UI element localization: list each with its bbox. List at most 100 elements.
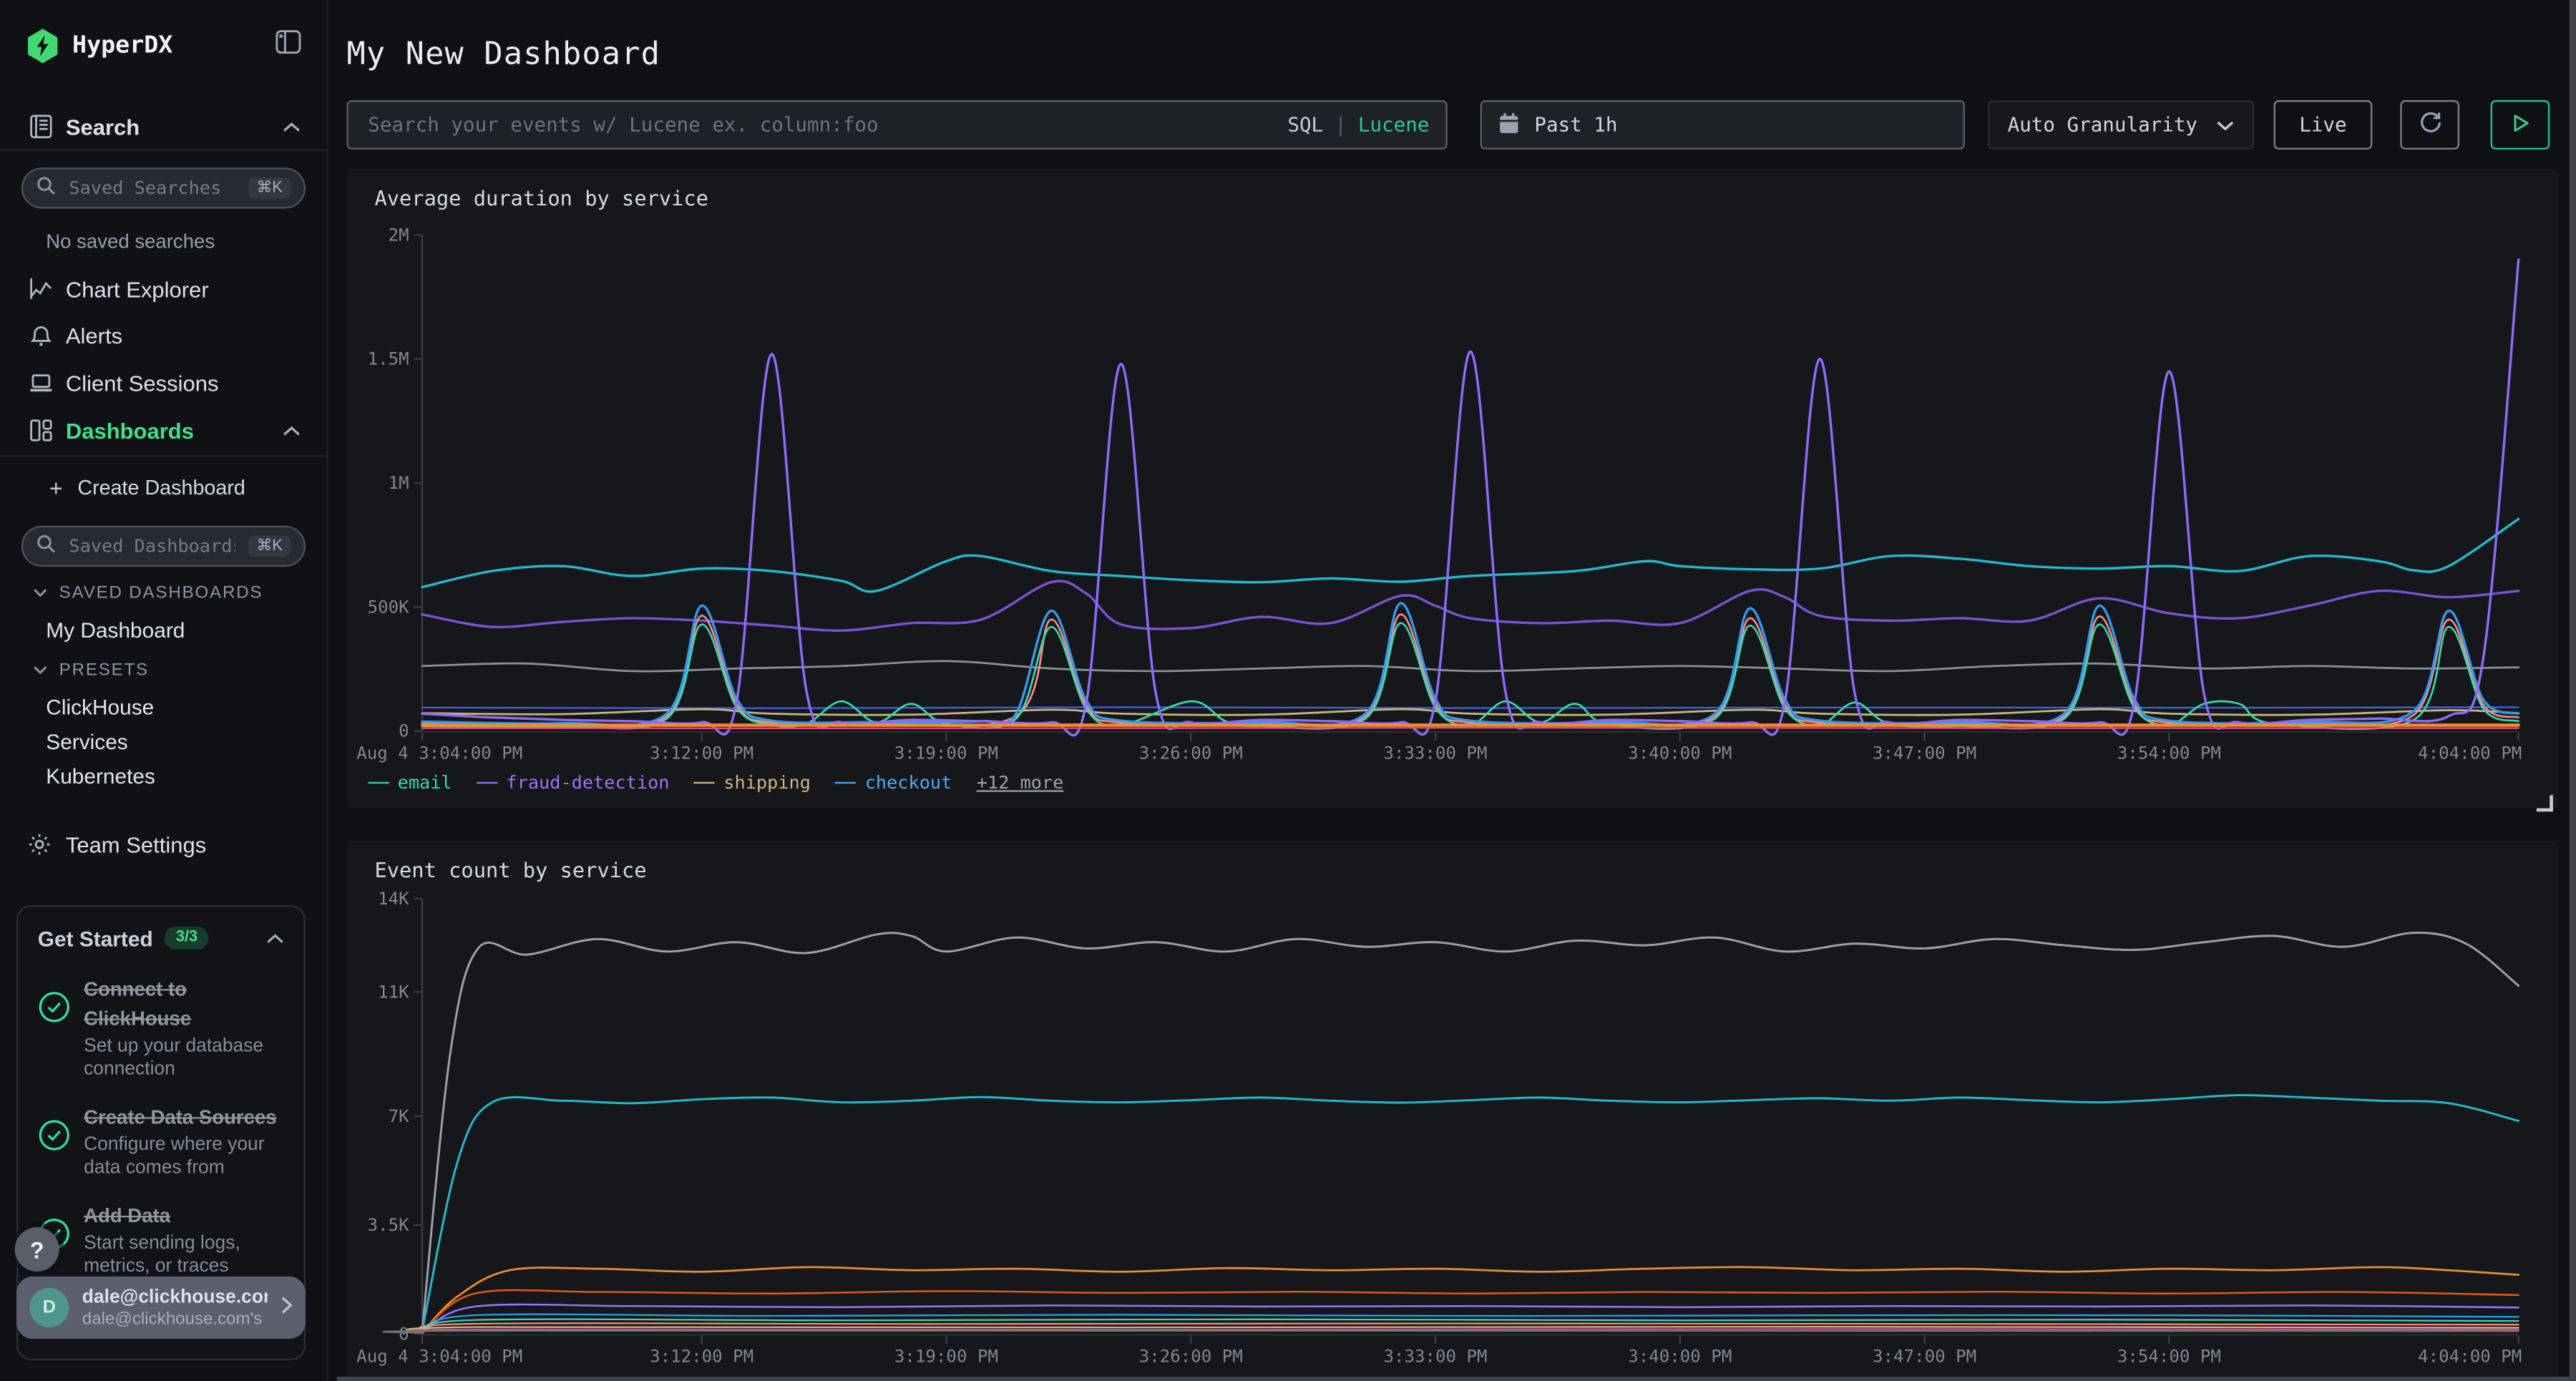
sidebar-item-client-sessions[interactable]: Client Sessions — [0, 360, 328, 406]
y-tick-label: 2M — [389, 225, 409, 245]
x-tick-label: 3:33:00 PM — [1383, 743, 1487, 763]
y-tick-label: 7K — [389, 1106, 410, 1126]
legend-item-shipping[interactable]: shipping — [694, 772, 811, 794]
sidebar-item-dashboards[interactable]: Dashboards — [0, 407, 328, 453]
check-circle-icon — [38, 990, 71, 1023]
legend-more-link[interactable]: +12 more — [977, 772, 1064, 794]
legend-label: checkout — [865, 772, 952, 794]
collapse-sidebar-icon[interactable] — [274, 28, 302, 64]
y-tick-label: 0 — [399, 721, 409, 741]
live-button[interactable]: Live — [2274, 100, 2373, 150]
dashboards-grid-icon — [28, 417, 54, 444]
series-fraud-detection — [422, 260, 2519, 736]
sql-mode-toggle[interactable]: SQL — [1287, 113, 1323, 136]
sidebar-item-clickhouse[interactable]: ClickHouse — [0, 693, 374, 720]
x-tick-label: 3:40:00 PM — [1628, 743, 1732, 763]
x-tick-label: 3:26:00 PM — [1139, 743, 1243, 763]
legend-swatch — [368, 781, 389, 784]
y-tick-label: 500K — [368, 597, 410, 617]
event-search-input[interactable] — [365, 112, 1274, 138]
divider — [0, 150, 327, 151]
legend-item-email[interactable]: email — [368, 772, 452, 794]
get-started-item-sources[interactable]: Create Data SourcesConfigure where your … — [38, 1103, 284, 1180]
x-tick-label: 3:12:00 PM — [650, 1346, 753, 1366]
y-tick-label: 1M — [389, 473, 409, 493]
get-started-header[interactable]: Get Started 3/3 — [38, 923, 284, 952]
sidebar-item-my-dashboard[interactable]: My Dashboard — [0, 616, 374, 643]
panel-resize-handle[interactable] — [2537, 795, 2553, 811]
divider — [0, 455, 327, 457]
time-range-picker[interactable]: Past 1h — [1480, 100, 1965, 150]
app-logo-text[interactable]: HyperDX — [72, 33, 172, 59]
saved-dashboards-field[interactable] — [66, 534, 238, 558]
legend-item-checkout[interactable]: checkout — [835, 772, 952, 794]
time-range-value: Past 1h — [1534, 113, 1617, 136]
legend-swatch — [835, 781, 857, 784]
legend-label: email — [398, 772, 452, 794]
search-icon — [36, 173, 57, 202]
legend-label: shipping — [723, 772, 811, 794]
search-page-icon — [28, 113, 54, 140]
horizontal-scrollbar[interactable] — [337, 1376, 2576, 1381]
y-tick-label: 0 — [399, 1324, 409, 1344]
legend-swatch — [694, 781, 716, 784]
vertical-scrollbar[interactable] — [2569, 0, 2576, 1381]
saved-dashboards-input[interactable]: ⌘K — [21, 526, 306, 567]
user-email: dale@clickhouse.com — [82, 1287, 268, 1309]
x-tick-label: 3:26:00 PM — [1139, 1346, 1243, 1366]
legend-item-fraud-detection[interactable]: fraud-detection — [477, 772, 669, 794]
y-tick-label: 1.5M — [368, 349, 409, 369]
help-button[interactable]: ? — [15, 1227, 59, 1272]
get-started-item-connect[interactable]: Connect to ClickHouseSet up your databas… — [38, 974, 284, 1080]
sidebar-item-alerts[interactable]: Alerts — [0, 312, 328, 358]
y-tick-label: 11K — [378, 982, 409, 1002]
user-menu[interactable]: D dale@clickhouse.com dale@clickhouse.co… — [16, 1277, 306, 1339]
shortcut-badge: ⌘K — [248, 536, 291, 557]
series-shipping — [422, 709, 2519, 715]
lucene-mode-toggle[interactable]: Lucene — [1358, 113, 1430, 136]
series-violet — [422, 1304, 2519, 1332]
saved-searches-input[interactable]: ⌘K — [21, 167, 306, 208]
x-tick-label: 3:47:00 PM — [1873, 1346, 1976, 1366]
series-cyan — [422, 1095, 2519, 1330]
series-gray — [422, 661, 2519, 671]
sidebar-item-services[interactable]: Services — [0, 728, 374, 754]
refresh-button[interactable] — [2400, 100, 2459, 150]
presets-header[interactable]: PRESETS — [0, 659, 361, 682]
plus-icon: + — [49, 477, 63, 499]
x-tick-label: 3:19:00 PM — [894, 1346, 998, 1366]
chevron-up-icon — [266, 923, 284, 952]
check-circle-icon — [38, 1119, 71, 1152]
x-tick-label: 4:04:00 PM — [2418, 1346, 2522, 1366]
run-query-button[interactable] — [2491, 100, 2550, 150]
granularity-select[interactable]: Auto Granularity — [1988, 100, 2254, 150]
progress-badge: 3/3 — [165, 927, 209, 949]
avatar: D — [29, 1288, 69, 1327]
event-count-chart: 14K11K7K3.5K0Aug 4 3:04:00 PM3:12:00 PM3… — [346, 841, 2557, 1381]
chart-panel-event-count: Event count by service 14K11K7K3.5K0Aug … — [346, 841, 2557, 1381]
hyperdx-logo-icon — [26, 28, 59, 64]
search-section-header[interactable]: Search — [0, 104, 328, 150]
series-gray2 — [384, 1331, 2519, 1333]
chevron-up-icon — [283, 416, 301, 445]
user-sub: dale@clickhouse.com's — [82, 1309, 268, 1329]
get-started-item-add-data[interactable]: Add DataStart sending logs, metrics, or … — [38, 1201, 284, 1278]
sidebar-item-team-settings[interactable]: Team Settings — [0, 821, 328, 867]
sidebar-item-chart-explorer[interactable]: Chart Explorer — [0, 266, 328, 312]
x-tick-label: Aug 4 3:04:00 PM — [356, 1346, 522, 1366]
saved-searches-field[interactable] — [66, 176, 238, 200]
create-dashboard-button[interactable]: + Create Dashboard — [0, 467, 328, 509]
chevron-down-icon — [33, 588, 48, 598]
page-title: My New Dashboard — [346, 36, 660, 73]
x-tick-label: 4:04:00 PM — [2418, 743, 2522, 763]
x-tick-label: 3:19:00 PM — [894, 743, 998, 763]
bell-icon — [28, 322, 54, 348]
event-search-bar[interactable]: SQL | Lucene — [346, 100, 1447, 150]
saved-dashboards-header[interactable]: SAVED DASHBOARDS — [0, 582, 361, 605]
x-tick-label: 3:54:00 PM — [2117, 1346, 2221, 1366]
sidebar-item-kubernetes[interactable]: Kubernetes — [0, 762, 374, 789]
shortcut-badge: ⌘K — [248, 178, 291, 199]
chevron-down-icon — [2216, 113, 2234, 136]
search-section-label: Search — [66, 114, 140, 139]
chart-legend: email fraud-detection shipping checkout +12 … — [368, 772, 1063, 794]
